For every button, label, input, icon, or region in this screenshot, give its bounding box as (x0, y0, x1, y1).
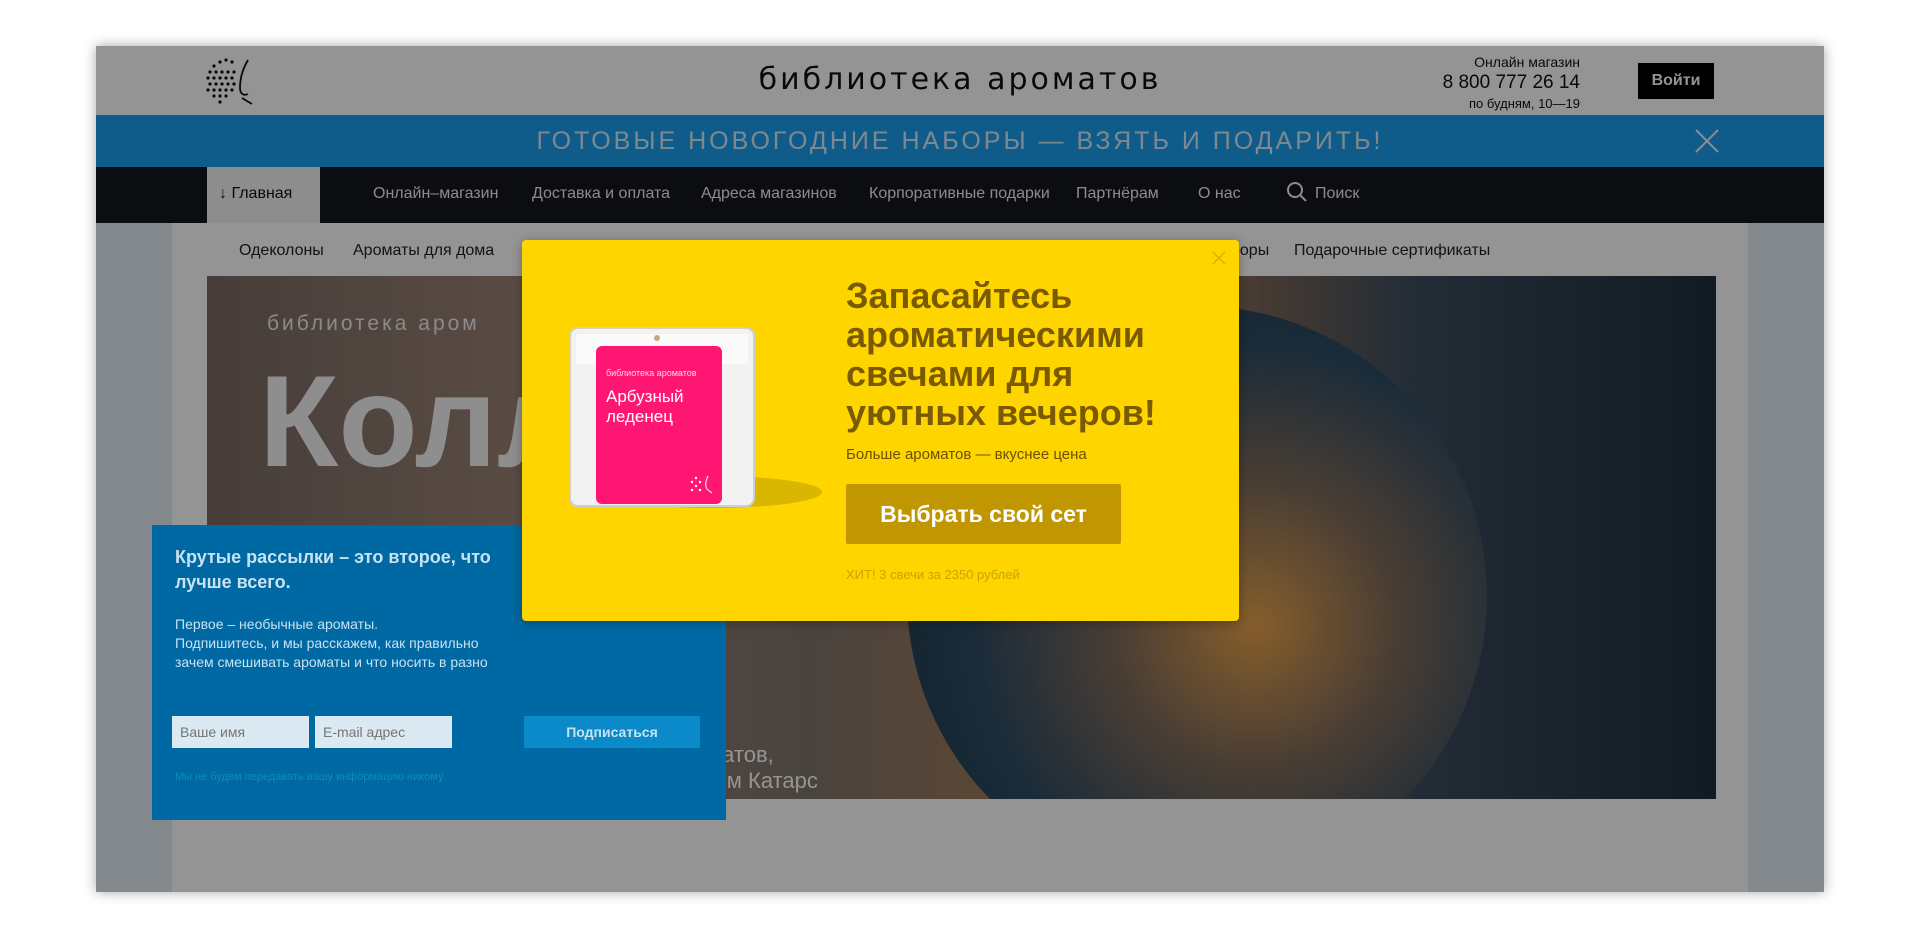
modal-title: Запасайтесь ароматическими свечами для у… (846, 275, 1156, 433)
name-field[interactable] (172, 716, 309, 748)
candle-image: библиотека ароматов Арбузный леденец (569, 327, 822, 508)
newsletter-line-1: Первое – необычные ароматы. (175, 616, 379, 632)
close-icon[interactable] (1211, 250, 1227, 266)
newsletter-line-3: зачем смешивать ароматы и что носить в р… (175, 654, 488, 670)
candle-name-line-2: леденец (606, 407, 673, 426)
newsletter-footnote: Мы не будем передавать вашу информацию н… (175, 771, 444, 783)
modal-subtitle: Больше ароматов — вкуснее цена (846, 446, 1087, 463)
browser-viewport: библиотека ароматов Онлайн магазин 8 800… (96, 46, 1824, 892)
newsletter-line-2: Подпишитесь, и мы расскажем, как правиль… (175, 635, 479, 651)
modal-hit-note: ХИТ! 3 свечи за 2350 рублей (846, 567, 1020, 582)
newsletter-text: Первое – необычные ароматы. Подпишитесь,… (175, 615, 535, 672)
choose-set-button[interactable]: Выбрать свой сет (846, 484, 1121, 544)
candle-brand: библиотека ароматов (606, 368, 697, 378)
promo-modal: библиотека ароматов Арбузный леденец Зап… (522, 240, 1239, 621)
candle-name-line-1: Арбузный (606, 387, 684, 406)
newsletter-title: Крутые рассылки – это второе, что лучше … (175, 547, 491, 592)
email-field[interactable] (315, 716, 452, 748)
subscribe-button[interactable]: Подписаться (524, 716, 700, 748)
